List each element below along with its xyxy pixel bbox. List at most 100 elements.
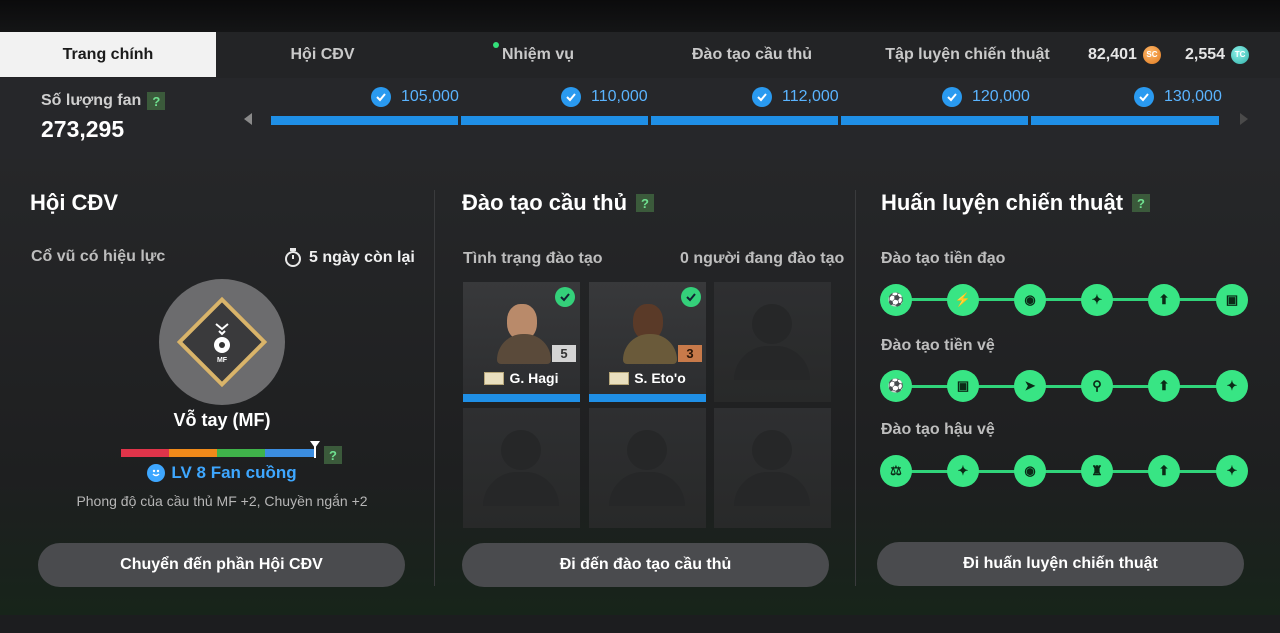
weightlifting-icon[interactable]: ⚖ — [880, 455, 912, 487]
milestone-reward[interactable]: 120,000 — [942, 86, 1030, 108]
boot-icon[interactable]: ✦ — [1216, 455, 1248, 487]
help-icon[interactable]: ? — [1132, 194, 1151, 212]
player-training-title: Đào tạo cầu thủ ? — [462, 190, 655, 216]
fan-level: LV 8 Fan cuồng — [0, 463, 444, 483]
go-to-supporters-button[interactable]: Chuyển đến phần Hội CĐV — [38, 543, 405, 587]
boot-icon[interactable]: ✦ — [1081, 284, 1113, 316]
stopwatch-icon — [285, 248, 301, 267]
check-icon — [942, 87, 962, 107]
fan-count-value: 273,295 — [41, 116, 125, 142]
milestone-value: 110,000 — [591, 88, 648, 105]
player-silhouette-body — [734, 346, 810, 380]
defender-training-label: Đào tạo hậu vệ — [881, 421, 995, 438]
tab-supporters[interactable]: Hội CĐV — [250, 32, 395, 77]
player-silhouette — [752, 430, 792, 470]
fan-level-description: Phong độ của cầu thủ MF +2, Chuyền ngắn … — [76, 493, 368, 509]
tactical-training-title-text: Huấn luyện chiến thuật — [881, 190, 1124, 215]
level-marker-line — [314, 446, 316, 458]
fan-count-label: Số lượng fan ? — [41, 92, 166, 110]
player-name: G. Hagi — [463, 370, 580, 386]
check-icon — [1134, 87, 1154, 107]
tab-tactical-training[interactable]: Tập luyện chiến thuật — [880, 32, 1055, 77]
tab-home[interactable]: Trang chính — [0, 32, 216, 77]
helmet-icon[interactable]: ♜ — [1081, 455, 1113, 487]
shirt-arrow-icon[interactable]: ⬆ — [1148, 284, 1180, 316]
goal-icon[interactable]: ▣ — [947, 370, 979, 402]
empty-training-slot[interactable] — [714, 408, 831, 528]
boot-icon[interactable]: ✦ — [947, 455, 979, 487]
player-card[interactable]: 5 G. Hagi — [463, 282, 580, 402]
shirt-arrow-icon[interactable]: ⬆ — [1148, 370, 1180, 402]
tactical-training-title: Huấn luyện chiến thuật ? — [881, 190, 1151, 216]
training-status-label: Tình trạng đào tạo — [463, 250, 603, 267]
player-name: S. Eto'o — [589, 370, 706, 386]
player-ball-icon[interactable]: ⚽ — [880, 370, 912, 402]
shirt-arrow-icon[interactable]: ⬆ — [1148, 455, 1180, 487]
fan-progress-segment — [841, 116, 1028, 125]
nation-flag-icon — [609, 371, 630, 385]
go-to-player-training-button[interactable]: Đi đến đào tạo cầu thủ — [462, 543, 829, 587]
ball-icon[interactable]: ◉ — [1014, 284, 1046, 316]
notification-dot — [493, 42, 499, 48]
midfielder-training-label: Đào tạo tiền vệ — [881, 337, 995, 354]
milestone-value: 130,000 — [1164, 88, 1222, 105]
milestone-reward[interactable]: 112,000 — [752, 86, 839, 108]
divider — [434, 190, 435, 586]
player-name-text: G. Hagi — [509, 370, 559, 386]
lightning-icon[interactable]: ⚡ — [947, 284, 979, 316]
arrow-right-icon[interactable] — [1240, 113, 1248, 125]
tab-player-training[interactable]: Đào tạo cầu thủ — [672, 32, 832, 77]
go-to-tactical-training-button[interactable]: Đi huấn luyện chiến thuật — [877, 542, 1244, 586]
tc-coin-icon: TC — [1231, 45, 1250, 64]
goal-icon[interactable]: ▣ — [1216, 284, 1248, 316]
check-icon — [555, 287, 575, 307]
help-icon[interactable]: ? — [147, 92, 166, 110]
empty-training-slot[interactable] — [589, 408, 706, 528]
ball-speed-icon[interactable]: ➤ — [1014, 370, 1046, 402]
clap-ball-icon — [214, 323, 230, 353]
forward-training-label: Đào tạo tiền đạo — [881, 250, 1006, 267]
time-left-text: 5 ngày còn lại — [309, 249, 415, 266]
check-icon — [561, 87, 581, 107]
milestone-reward[interactable]: 105,000 — [371, 86, 459, 108]
arrow-left-icon[interactable] — [244, 113, 252, 125]
empty-training-slot[interactable] — [714, 282, 831, 402]
player-level-badge: 3 — [678, 345, 702, 362]
tab-missions[interactable]: Nhiệm vụ — [468, 32, 608, 77]
sc-amount: 82,401 — [1088, 45, 1137, 63]
training-count-label: 0 người đang đào tạo — [680, 250, 845, 267]
player-silhouette — [627, 430, 667, 470]
smile-icon — [147, 464, 166, 482]
fan-progress-segment — [461, 116, 648, 125]
level-bar-segment — [217, 449, 265, 457]
ball-arrow-icon[interactable]: ◉ — [1014, 455, 1046, 487]
time-left: 5 ngày còn lại — [284, 248, 415, 268]
check-icon — [681, 287, 701, 307]
help-icon[interactable]: ? — [324, 446, 342, 464]
level-bar-segment — [121, 449, 169, 457]
milestone-reward[interactable]: 110,000 — [561, 86, 648, 108]
cheer-emblem-content: MF — [196, 312, 248, 372]
empty-training-slot[interactable] — [463, 408, 580, 528]
tc-currency: 2,554 TC — [1185, 32, 1250, 77]
help-icon[interactable]: ? — [636, 194, 655, 212]
player-silhouette — [752, 304, 792, 344]
emblem-position: MF — [216, 357, 228, 364]
player-ball-icon[interactable]: ⚽ — [880, 284, 912, 316]
milestone-reward[interactable]: 130,000 — [1134, 86, 1222, 108]
sc-currency: 82,401 SC — [1088, 32, 1161, 77]
check-icon — [752, 87, 772, 107]
fan-progress-segment — [271, 116, 458, 125]
player-name-text: S. Eto'o — [634, 370, 686, 386]
training-progress-bar — [463, 394, 580, 402]
level-bar-segment — [169, 449, 217, 457]
position-marker-icon[interactable]: ⚲ — [1081, 370, 1113, 402]
player-training-title-text: Đào tạo cầu thủ — [462, 190, 628, 215]
boot-icon[interactable]: ✦ — [1216, 370, 1248, 402]
player-card[interactable]: 3 S. Eto'o — [589, 282, 706, 402]
player-level-badge: 5 — [552, 345, 576, 362]
milestone-value: 105,000 — [401, 88, 459, 105]
tab-missions-label: Nhiệm vụ — [501, 46, 574, 63]
tc-amount: 2,554 — [1185, 45, 1226, 63]
fan-count-label-text: Số lượng fan — [41, 92, 142, 109]
